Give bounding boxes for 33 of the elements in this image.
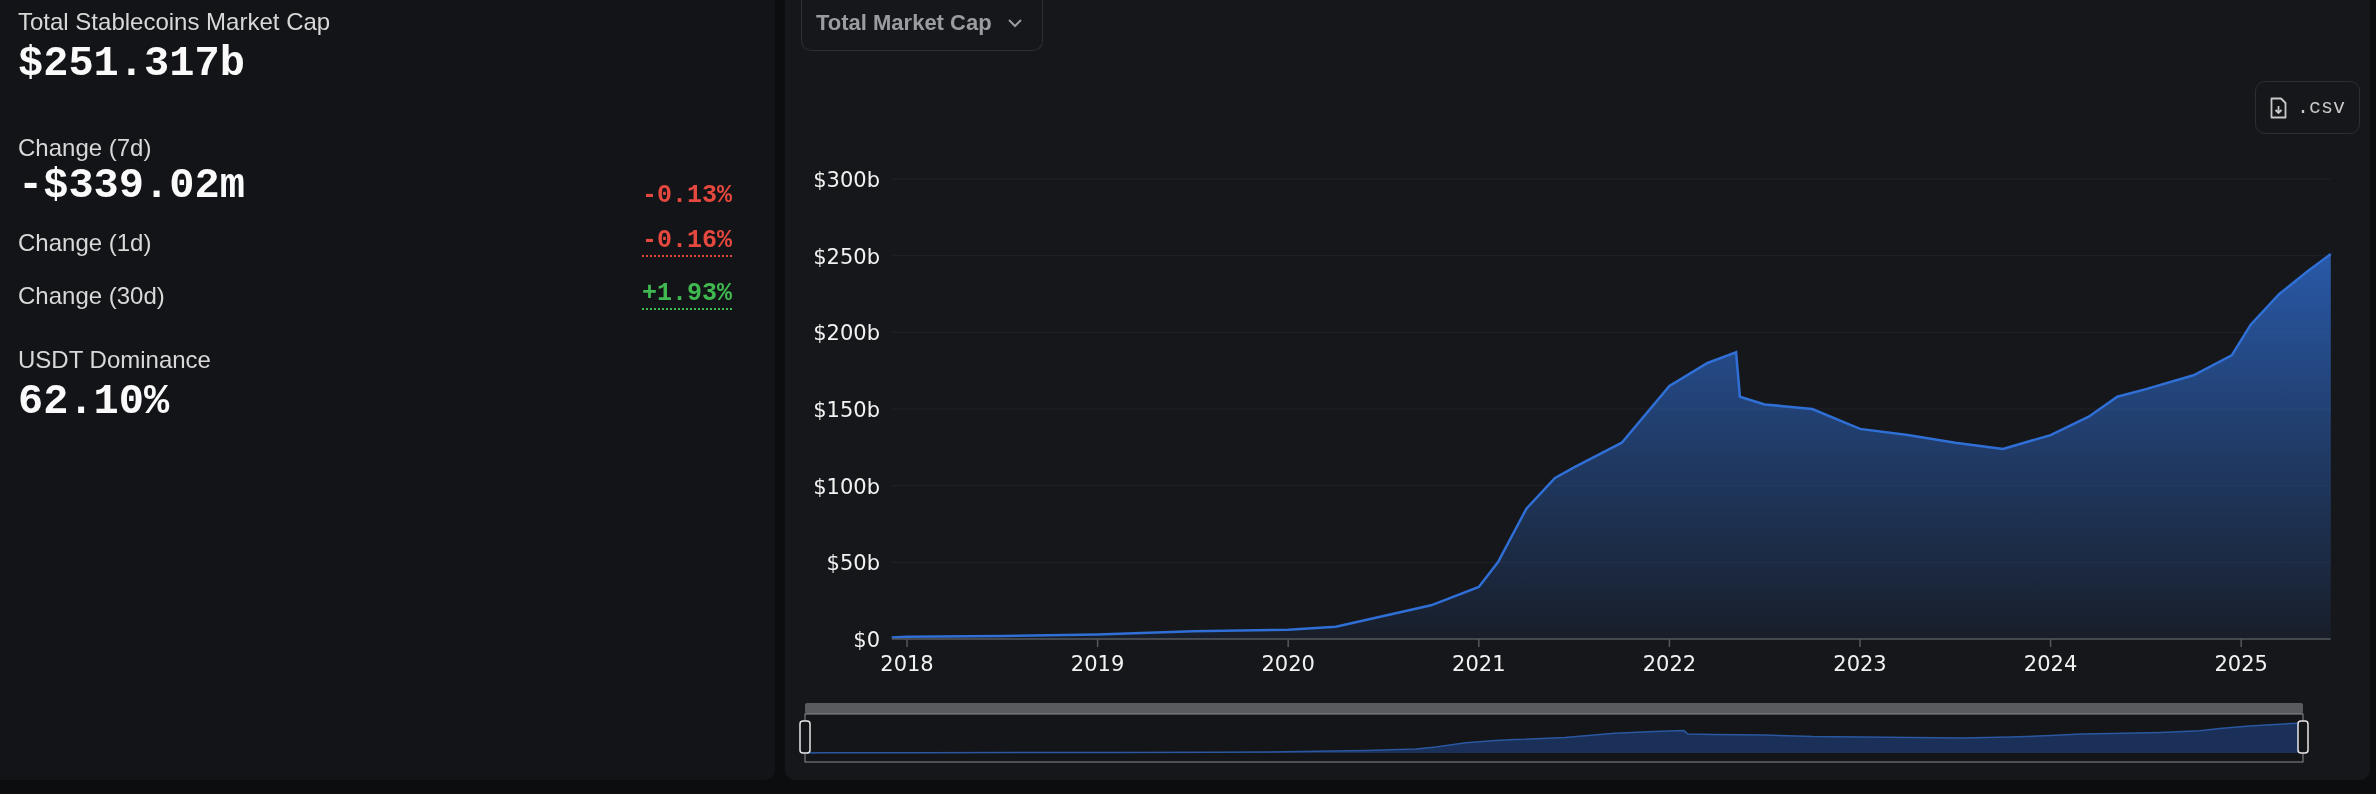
y-axis-label: $0	[853, 628, 880, 652]
csv-download-button[interactable]: .csv	[2255, 81, 2360, 134]
change-percent: -0.13%	[642, 181, 732, 210]
range-slider[interactable]	[804, 703, 2304, 763]
x-axis-label: 2021	[1452, 652, 1506, 676]
x-axis-label: 2022	[1642, 652, 1697, 676]
summary-label: Total Stablecoins Market Cap	[18, 8, 332, 36]
x-axis-label: 2024	[2023, 652, 2078, 676]
change-percent: +1.93%	[642, 279, 732, 310]
x-axis-label: 2018	[880, 652, 934, 676]
x-axis-label: 2019	[1070, 652, 1125, 676]
dominance-value: 62.10%	[18, 378, 171, 426]
y-axis-label: $200b	[813, 321, 880, 346]
x-axis-label: 2025	[2214, 652, 2268, 676]
market-cap-value: $251.317b	[18, 40, 246, 88]
metric-dropdown[interactable]: Total Market Cap	[801, 0, 1043, 51]
dominance-label: USDT Dominance	[18, 346, 212, 374]
change-label: Change (30d)	[18, 282, 165, 310]
slider-handle[interactable]	[2297, 720, 2309, 754]
change-percent: -0.16%	[642, 226, 732, 257]
y-axis-label: $250b	[813, 244, 880, 269]
x-axis-label: 2023	[1833, 652, 1887, 676]
y-axis-label: $100b	[813, 474, 880, 499]
change-amount: -$339.02m	[18, 162, 245, 210]
change-label: Change (1d)	[18, 229, 152, 257]
change-label: Change (7d)	[18, 134, 153, 162]
x-axis-label: 2020	[1261, 652, 1315, 676]
slider-handle[interactable]	[799, 720, 811, 754]
y-axis-label: $300b	[813, 168, 880, 192]
y-axis-label: $50b	[826, 551, 880, 576]
y-axis-label: $150b	[813, 398, 880, 422]
file-download-icon	[2270, 96, 2287, 119]
chevron-down-icon	[1007, 18, 1022, 28]
